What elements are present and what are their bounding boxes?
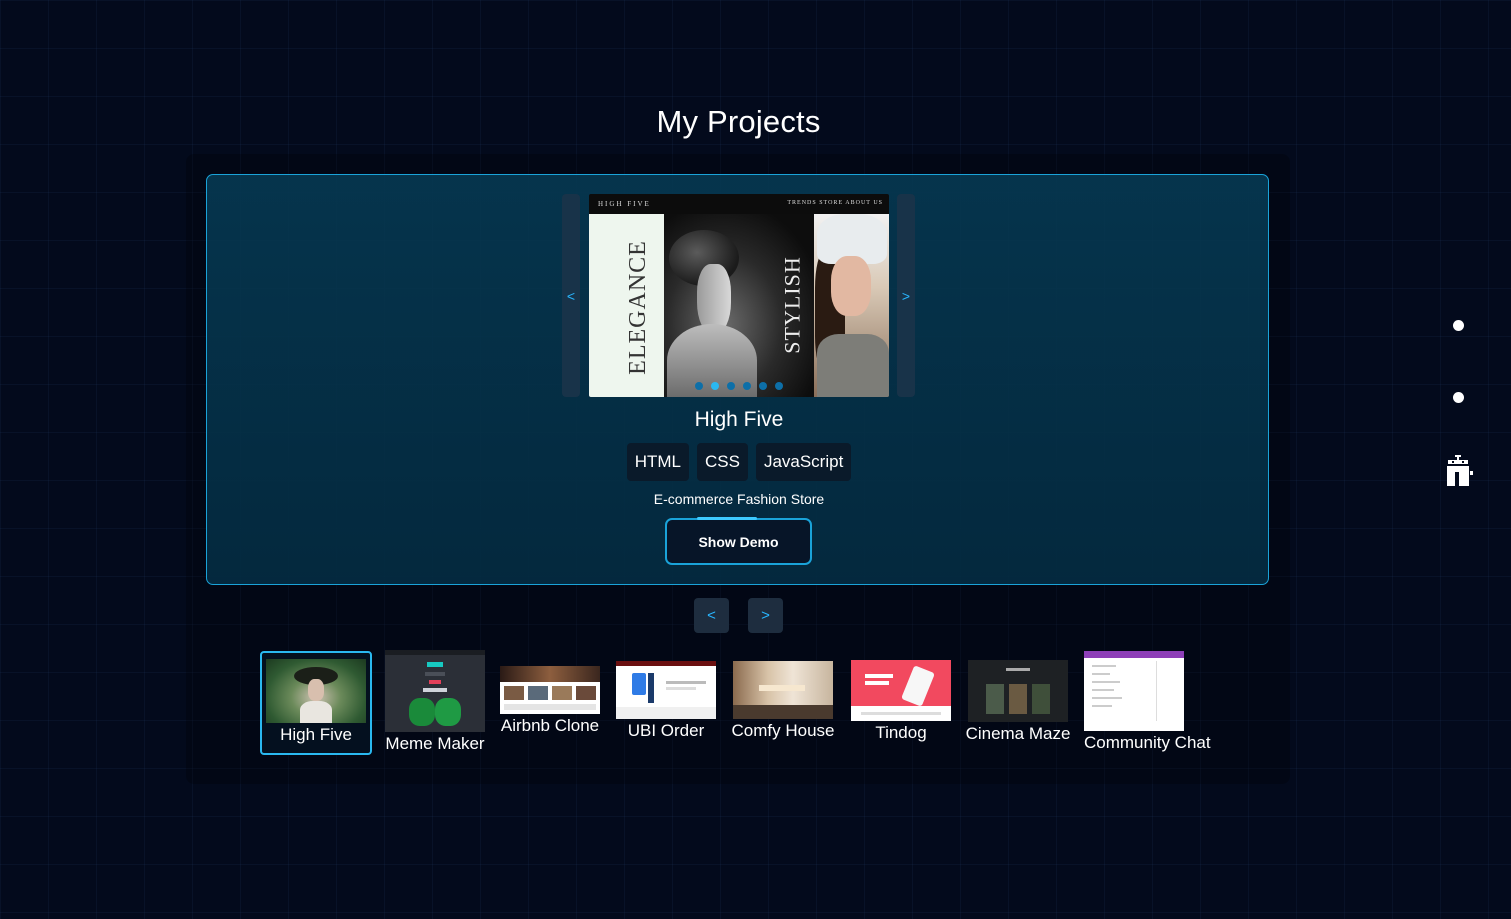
thumbnail-card <box>504 686 524 700</box>
thumbnail-line <box>1092 697 1122 699</box>
project-name: High Five <box>694 408 784 431</box>
rail-dot[interactable] <box>1453 392 1464 403</box>
thumbnail-comfy-house[interactable]: Comfy House <box>730 661 836 741</box>
preview-right-word: STYLISH <box>779 256 805 354</box>
thumbnail-phone <box>632 673 646 695</box>
thumbnail-meme <box>409 698 435 726</box>
show-demo-button[interactable]: Show Demo <box>665 517 812 565</box>
chevron-right-icon: > <box>901 287 911 304</box>
thumbnail-title <box>1006 668 1030 671</box>
rail-dot[interactable] <box>1453 320 1464 331</box>
right-rail <box>1446 310 1476 500</box>
thumbnail-bar <box>385 650 485 655</box>
thumbnail-community-chat[interactable]: Community Chat <box>1084 651 1216 753</box>
slide-dot[interactable] <box>727 382 735 390</box>
thumbnail-label: Cinema Maze <box>965 724 1071 743</box>
thumbnail-poster <box>986 684 1004 714</box>
chevron-left-icon: < <box>707 607 716 624</box>
thumbnail-label: UBI Order <box>627 721 705 740</box>
preview-nav: TRENDS STORE ABOUT US <box>787 200 883 206</box>
tech-tag: HTML <box>626 443 689 481</box>
thumbnail-cinema-maze[interactable]: Cinema Maze <box>965 660 1071 744</box>
thumbnail-label: High Five <box>280 725 352 744</box>
thumbnail-image <box>733 661 833 719</box>
thumbnail-card <box>552 686 572 700</box>
thumbnail-line <box>1092 689 1114 691</box>
thumbnail-label: Meme Maker <box>385 734 485 753</box>
thumbnail-field <box>425 672 445 676</box>
slide-indicator <box>695 382 783 390</box>
thumbnail-footer <box>861 712 941 715</box>
thumbnail-person <box>648 673 654 703</box>
thumbnail-text <box>865 681 889 685</box>
carousel-prev-button[interactable]: < <box>562 194 580 397</box>
thumbnail-header <box>1084 651 1184 658</box>
chevron-right-icon: > <box>761 607 770 624</box>
thumbnail-divider <box>1156 661 1157 721</box>
slide-dot[interactable] <box>711 382 719 390</box>
thumbnail-field <box>427 662 443 667</box>
thumbnail-floor <box>733 705 833 719</box>
preview-left-word: ELEGANCE <box>624 240 651 375</box>
thumbnail-row <box>504 704 596 710</box>
thumbnail-button <box>429 680 441 684</box>
thumbnail-image <box>851 660 951 721</box>
thumbnail-poster <box>1032 684 1050 714</box>
thumbnail-image <box>385 650 485 732</box>
slide-dot[interactable] <box>775 382 783 390</box>
thumbnail-face <box>308 679 324 701</box>
thumbnail-banner <box>759 685 805 691</box>
preview-brand: HIGH FIVE <box>598 200 651 208</box>
thumbnail-tindog[interactable]: Tindog <box>849 660 953 743</box>
thumbnail-bar <box>616 661 716 666</box>
thumbnail-image <box>500 666 600 714</box>
slide-dot[interactable] <box>695 382 703 390</box>
slide-dot[interactable] <box>759 382 767 390</box>
thumbnail-text <box>666 681 706 684</box>
project-preview-image: HIGH FIVE TRENDS STORE ABOUT US ELEGANCE… <box>589 194 889 397</box>
thumbnail-label: Tindog <box>875 723 927 742</box>
thumbnail-image <box>1084 651 1184 731</box>
thumbnail-line <box>1092 665 1116 667</box>
thumbnail-image <box>266 659 366 723</box>
thumbnail-high-five[interactable]: High Five <box>260 651 372 755</box>
thumbnail-label: Airbnb Clone <box>500 716 600 735</box>
thumbnail-line <box>1092 705 1112 707</box>
thumbnail-hero <box>500 666 600 682</box>
tech-tag: JavaScript <box>755 443 852 481</box>
thumbnail-card <box>528 686 548 700</box>
pager-prev-button[interactable]: < <box>694 598 729 633</box>
preview-topbar: HIGH FIVE TRENDS STORE ABOUT US <box>589 194 889 214</box>
carousel-next-button[interactable]: > <box>897 194 915 397</box>
preview-right-coat <box>817 334 889 397</box>
thumbnail-label: Community Chat <box>1084 733 1211 752</box>
tech-tag: CSS <box>696 443 748 481</box>
thumbnail-card <box>576 686 596 700</box>
preview-right-face <box>831 256 871 316</box>
thumbnail-label: Comfy House <box>731 721 835 740</box>
pager-next-button[interactable]: > <box>748 598 783 633</box>
project-thumbnails: High Five Meme Maker Airbnb Clone UBI Or… <box>255 648 1227 763</box>
thumbnail-meme <box>435 698 461 726</box>
thumbnail-text <box>666 687 696 690</box>
tech-tags: HTML CSS JavaScript <box>589 443 889 481</box>
thumbnail-text <box>865 674 893 678</box>
slide-dot[interactable] <box>743 382 751 390</box>
page-title: My Projects <box>656 104 821 139</box>
thumbnail-footer <box>616 707 716 719</box>
thumbnail-shirt <box>300 701 332 723</box>
thumbnail-ubi-order[interactable]: UBI Order <box>614 661 718 741</box>
thumbnail-poster <box>1009 684 1027 714</box>
thumbnail-line <box>1092 681 1120 683</box>
project-description: E-commerce Fashion Store <box>653 491 825 507</box>
thumbnail-line <box>1092 673 1110 675</box>
thumbnail-airbnb-clone[interactable]: Airbnb Clone <box>498 666 602 736</box>
thumbnail-meme-maker[interactable]: Meme Maker <box>383 650 487 754</box>
thumbnail-field <box>423 688 447 692</box>
robot-icon[interactable] <box>1446 455 1476 491</box>
thumbnail-image <box>968 660 1068 722</box>
chevron-left-icon: < <box>566 287 576 304</box>
thumbnail-image <box>616 661 716 719</box>
